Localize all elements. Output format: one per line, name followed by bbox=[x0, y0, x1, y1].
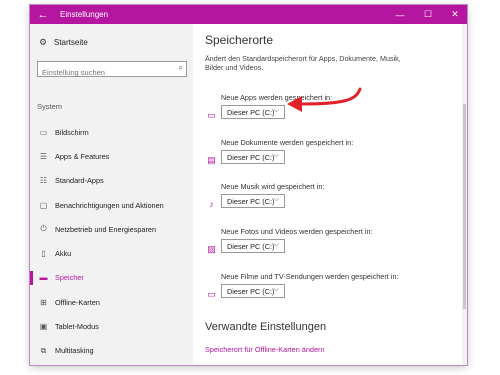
storage-location-dropdown[interactable]: Dieser PC (C:) ⌵ bbox=[221, 284, 285, 298]
sidebar-nav: ▭ Bildschirm ☰ Apps & Features ☷ Standard-App… bbox=[30, 120, 193, 365]
sidebar-item-benachrichtigungen-und-aktionen[interactable]: ▢ Benachrichtigungen und Aktionen bbox=[30, 193, 193, 217]
close-icon: ✕ bbox=[451, 9, 459, 19]
storage-location-group: Neue Musik wird gespeichert in: ♪ Dieser P… bbox=[205, 182, 445, 222]
storage-location-label: Neue Fotos und Videos werden gespeichert… bbox=[221, 227, 373, 236]
sidebar-item-projizieren-auf-diesen-pc[interactable]: ▭Projizieren auf diesen PC bbox=[30, 363, 193, 365]
sidebar-item-standard-apps[interactable]: ☷ Standard-Apps bbox=[30, 169, 193, 193]
sidebar-item-label: Multitasking bbox=[55, 346, 94, 356]
storage-location-label: Neue Filme und TV-Sendungen werden gespe… bbox=[221, 272, 399, 281]
offline-maps-location-link[interactable]: Speicherort für Offline-Karten ändern bbox=[205, 345, 325, 354]
back-arrow-icon: ← bbox=[37, 8, 49, 21]
sidebar-item-akku[interactable]: ▯ Akku bbox=[30, 241, 193, 265]
chevron-down-icon: ⌵ bbox=[273, 196, 279, 203]
search-box[interactable]: ⌕ bbox=[37, 61, 187, 80]
default-apps-icon: ☷ bbox=[39, 176, 48, 186]
maximize-button[interactable]: ☐ bbox=[416, 5, 440, 24]
sidebar-item-netzbetrieb-und-energiesparen[interactable]: ⏻ Netzbetrieb und Energiesparen bbox=[30, 217, 193, 241]
scrollbar-thumb[interactable] bbox=[463, 104, 466, 309]
sidebar: ⚙ Startseite ⌕ System ▭ Bildschirm ☰ Apps &… bbox=[30, 24, 193, 365]
monitor-icon: ▭ bbox=[207, 109, 216, 120]
dropdown-value: Dieser PC (C:) bbox=[227, 152, 275, 162]
monitor-icon: ▭ bbox=[39, 127, 48, 137]
chevron-down-icon: ⌵ bbox=[273, 107, 279, 114]
dropdown-value: Dieser PC (C:) bbox=[227, 241, 275, 251]
storage-location-dropdown[interactable]: Dieser PC (C:) ⌵ bbox=[221, 194, 285, 208]
window-title: Einstellungen bbox=[60, 10, 109, 19]
search-icon[interactable]: ⌕ bbox=[179, 63, 183, 73]
sidebar-item-bildschirm[interactable]: ▭ Bildschirm bbox=[30, 120, 193, 144]
sidebar-item-label: Offline-Karten bbox=[55, 297, 100, 307]
map-icon: ⊞ bbox=[40, 297, 47, 307]
search-input[interactable] bbox=[38, 65, 172, 80]
sidebar-item-multitasking[interactable]: ⧉ Multitasking bbox=[30, 339, 193, 363]
tablet-icon: ▣ bbox=[39, 322, 48, 332]
storage-location-label: Neue Apps werden gespeichert in: bbox=[221, 93, 333, 102]
dropdown-value: Dieser PC (C:) bbox=[227, 107, 275, 117]
scrollbar[interactable] bbox=[462, 24, 467, 365]
storage-location-group: Neue Fotos und Videos werden gespeichert… bbox=[205, 227, 445, 267]
apps-icon: ☰ bbox=[39, 151, 48, 161]
storage-location-dropdown[interactable]: Dieser PC (C:) ⌵ bbox=[221, 105, 285, 119]
battery-icon: ▯ bbox=[41, 249, 46, 259]
home-link[interactable]: ⚙ Startseite bbox=[38, 37, 88, 48]
sidebar-item-apps-features[interactable]: ☰ Apps & Features bbox=[30, 144, 193, 168]
storage-location-dropdown[interactable]: Dieser PC (C:) ⌵ bbox=[221, 239, 285, 253]
sidebar-item-speicher[interactable]: ▬ Speicher bbox=[30, 266, 193, 290]
page-description: Ändert den Standardspeicherort für Apps,… bbox=[205, 54, 401, 72]
back-button[interactable]: ← bbox=[30, 5, 56, 24]
title-bar: ← Einstellungen — ☐ ✕ bbox=[30, 5, 467, 24]
dropdown-value: Dieser PC (C:) bbox=[227, 286, 275, 296]
sidebar-item-label: Speicher bbox=[55, 273, 84, 283]
sidebar-item-label: Standard-Apps bbox=[55, 176, 104, 186]
notification-icon: ▢ bbox=[39, 200, 48, 210]
storage-location-dropdown[interactable]: Dieser PC (C:) ⌵ bbox=[221, 150, 285, 164]
sidebar-item-label: Bildschirm bbox=[55, 127, 89, 137]
home-label: Startseite bbox=[54, 38, 88, 47]
minimize-icon: — bbox=[395, 9, 405, 20]
related-settings-heading: Verwandte Einstellungen bbox=[205, 321, 327, 333]
storage-location-group: Neue Apps werden gespeichert in: ▭ Dieser … bbox=[205, 93, 445, 133]
video-icon: ▭ bbox=[207, 288, 216, 299]
close-button[interactable]: ✕ bbox=[443, 5, 467, 24]
sidebar-item-label: Akku bbox=[55, 249, 72, 259]
page-title: Speicherorte bbox=[205, 33, 274, 47]
settings-window: ← Einstellungen — ☐ ✕ ⚙ Startseite ⌕ Sys… bbox=[30, 5, 467, 365]
storage-location-group: Neue Filme und TV-Sendungen werden gespe… bbox=[205, 272, 445, 312]
chevron-down-icon: ⌵ bbox=[273, 286, 279, 293]
storage-location-group: Neue Dokumente werden gespeichert in: ▤ Di… bbox=[205, 138, 445, 178]
gear-icon: ⚙ bbox=[38, 37, 48, 47]
storage-location-label: Neue Dokumente werden gespeichert in: bbox=[221, 138, 354, 147]
photo-icon: ▨ bbox=[207, 243, 216, 254]
music-icon: ♪ bbox=[209, 199, 214, 209]
power-icon: ⏻ bbox=[40, 224, 47, 234]
sidebar-item-label: Apps & Features bbox=[55, 151, 110, 161]
section-heading: System bbox=[37, 102, 63, 111]
main-content: Speicherorte Ändert den Standardspeicher… bbox=[193, 24, 467, 365]
chevron-down-icon: ⌵ bbox=[273, 152, 279, 159]
sidebar-item-label: Benachrichtigungen und Aktionen bbox=[55, 200, 164, 210]
sidebar-item-offline-karten[interactable]: ⊞ Offline-Karten bbox=[30, 290, 193, 314]
sidebar-item-tablet-modus[interactable]: ▣ Tablet-Modus bbox=[30, 314, 193, 338]
minimize-button[interactable]: — bbox=[388, 5, 412, 24]
storage-icon: ▬ bbox=[39, 273, 48, 283]
chevron-down-icon: ⌵ bbox=[273, 241, 279, 248]
multitasking-icon: ⧉ bbox=[40, 345, 47, 355]
sidebar-item-label: Netzbetrieb und Energiesparen bbox=[55, 224, 157, 234]
document-icon: ▤ bbox=[207, 154, 216, 165]
storage-location-label: Neue Musik wird gespeichert in: bbox=[221, 182, 325, 191]
maximize-icon: ☐ bbox=[423, 9, 433, 19]
sidebar-item-label: Tablet-Modus bbox=[55, 322, 99, 332]
dropdown-value: Dieser PC (C:) bbox=[227, 196, 275, 206]
